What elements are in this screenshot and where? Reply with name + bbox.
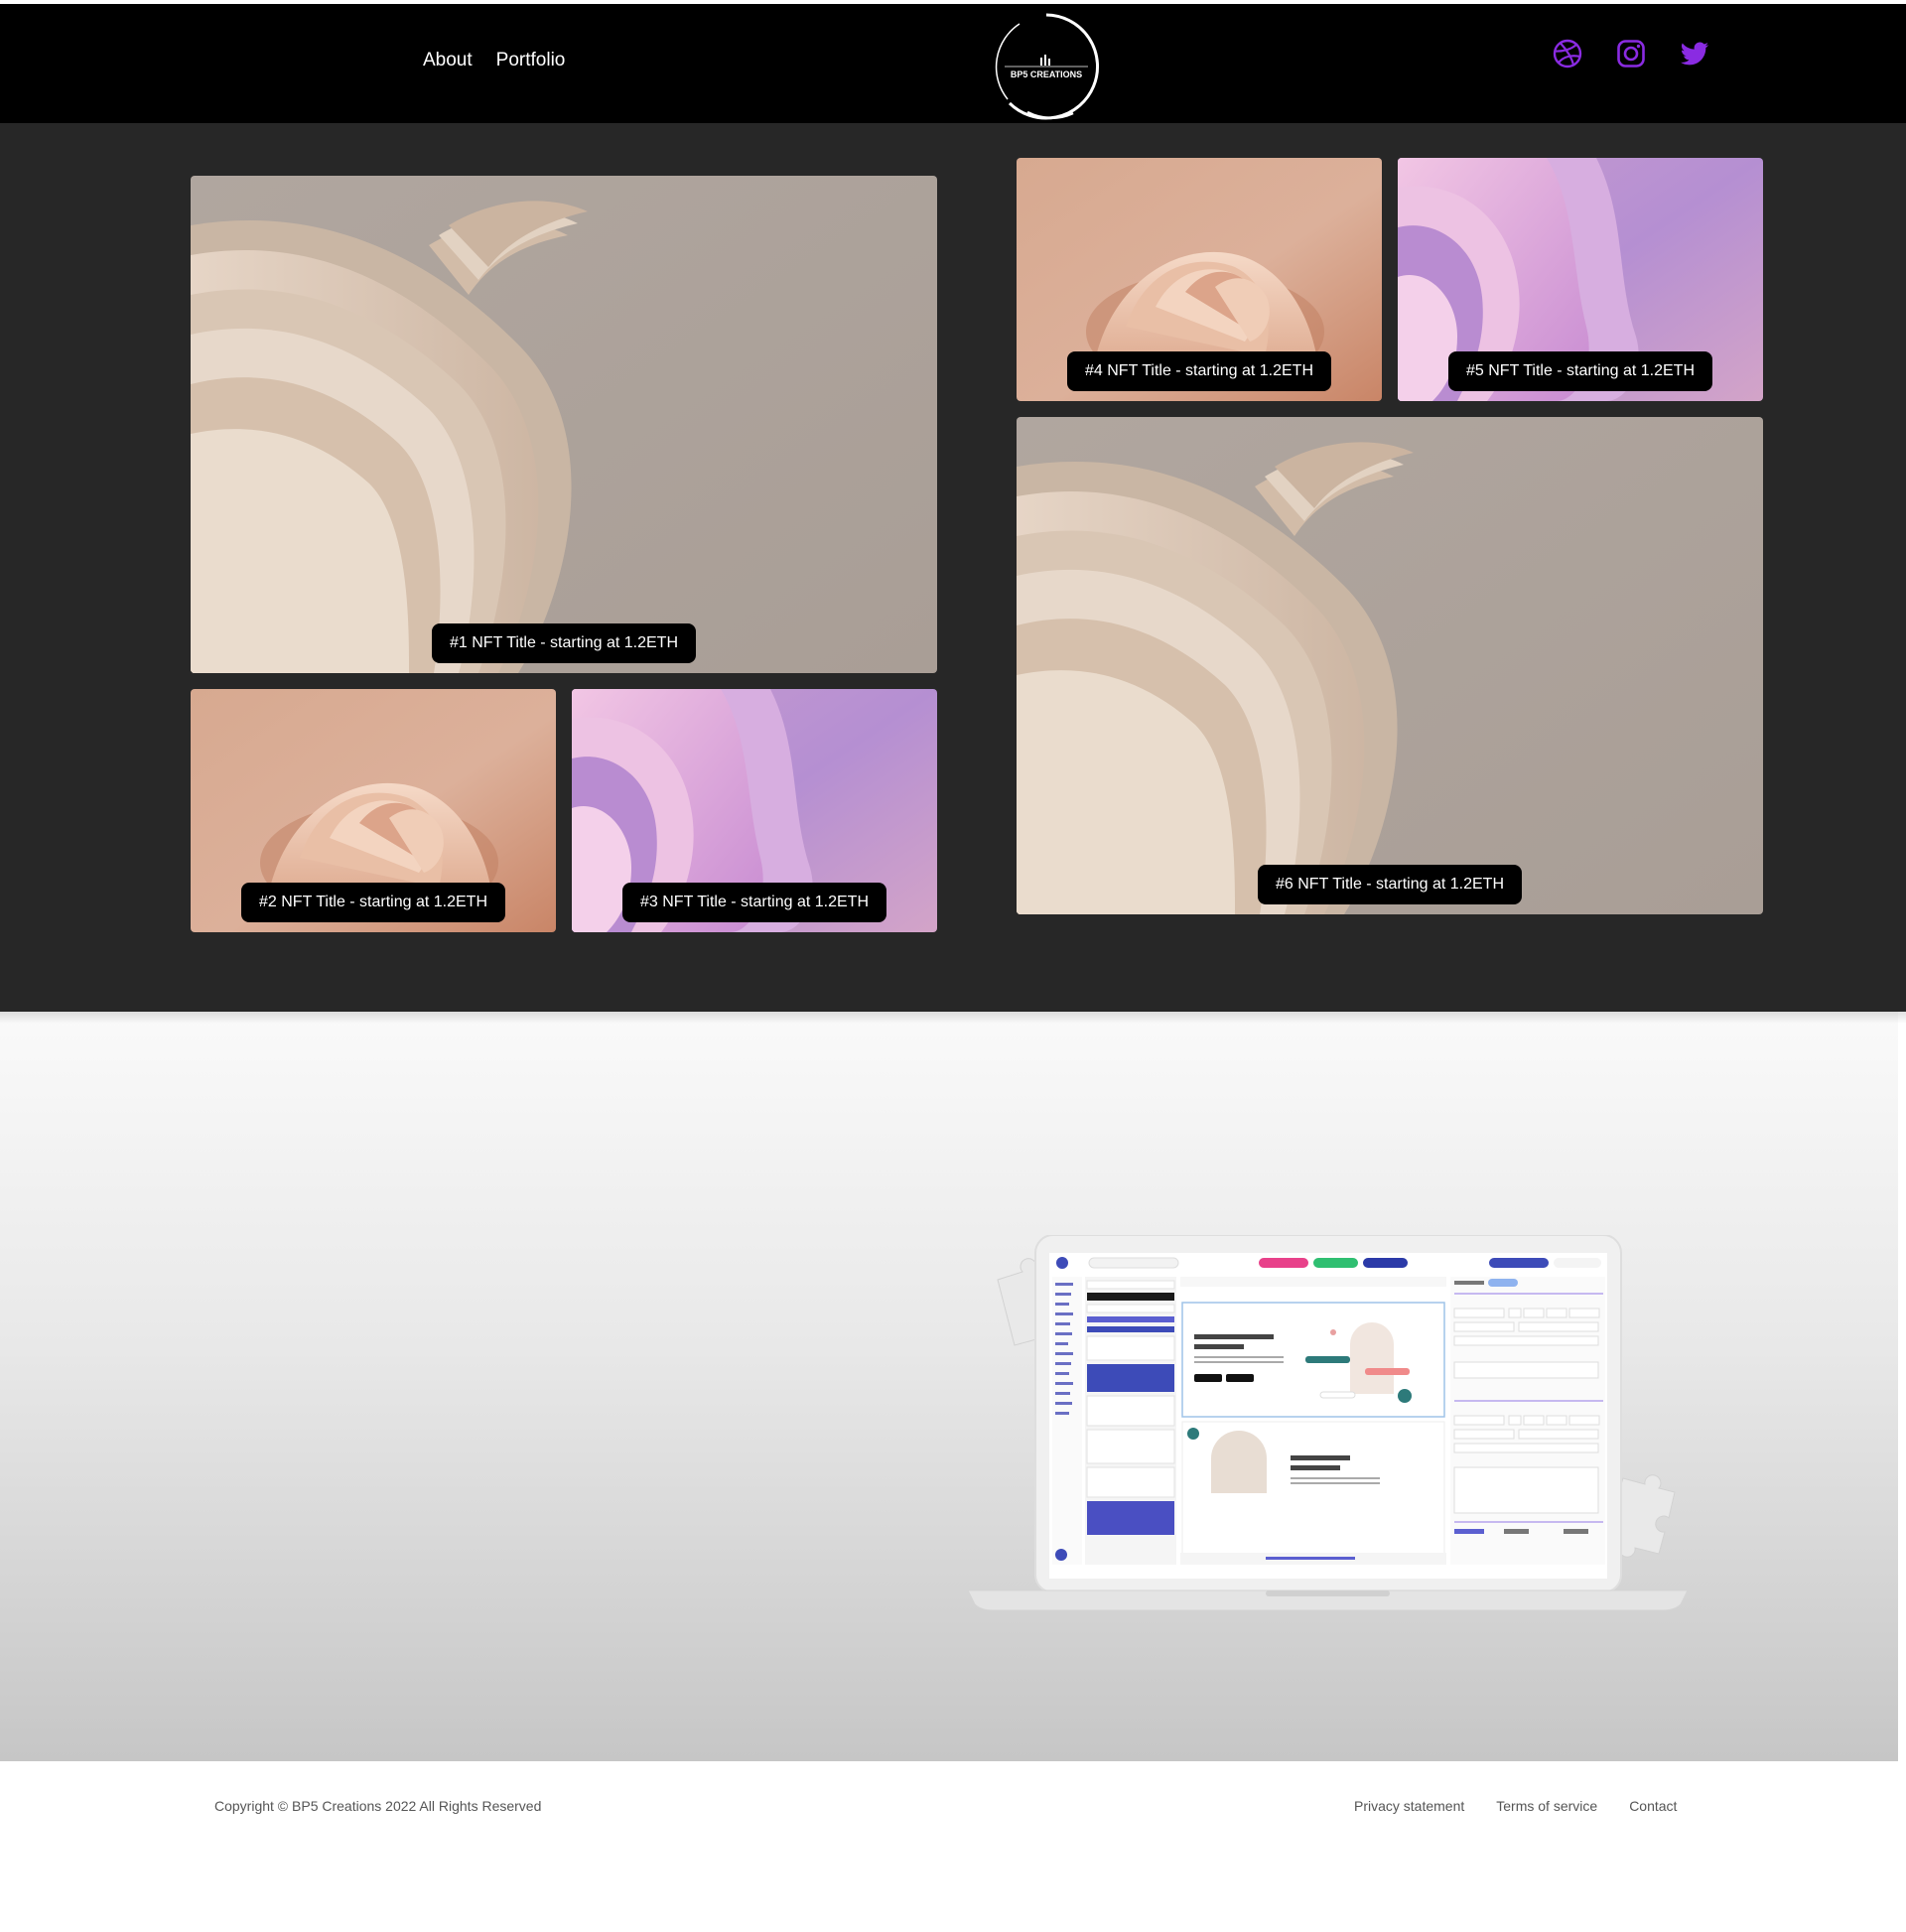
nft-artwork-beige-folds	[191, 176, 937, 673]
instagram-link[interactable]	[1612, 35, 1650, 72]
nft-card-label: #6 NFT Title - starting at 1.2ETH	[1257, 865, 1523, 904]
contact-link[interactable]: Contact	[1629, 1798, 1677, 1814]
instagram-icon	[1617, 40, 1645, 68]
twitter-link[interactable]	[1676, 35, 1713, 72]
privacy-statement-link[interactable]: Privacy statement	[1354, 1798, 1464, 1814]
laptop-mockup-image	[967, 1234, 1689, 1612]
nft-gallery: #1 NFT Title - starting at 1.2ETH #2 NFT…	[0, 123, 1906, 1012]
copyright-text: Copyright © BP5 Creations 2022 All Right…	[214, 1798, 542, 1814]
nft-card-label: #2 NFT Title - starting at 1.2ETH	[240, 883, 506, 922]
nft-card-label: #1 NFT Title - starting at 1.2ETH	[431, 623, 697, 663]
nav-about-link[interactable]: About	[423, 50, 473, 71]
nft-card-2[interactable]: #2 NFT Title - starting at 1.2ETH	[191, 689, 556, 932]
nft-card-3[interactable]: #3 NFT Title - starting at 1.2ETH	[572, 689, 937, 932]
nft-card-4[interactable]: #4 NFT Title - starting at 1.2ETH	[1017, 158, 1382, 401]
section-divider-shadow	[0, 1012, 1906, 1024]
nft-artwork-beige-folds	[1017, 417, 1763, 914]
brand-logo-mark: BP5 CREATIONS	[995, 13, 1099, 120]
terms-of-service-link[interactable]: Terms of service	[1496, 1798, 1597, 1814]
twitter-icon	[1680, 42, 1709, 66]
brand-logo-text: BP5 CREATIONS	[1011, 69, 1082, 79]
nft-card-label: #4 NFT Title - starting at 1.2ETH	[1066, 351, 1332, 391]
dribbble-icon	[1553, 39, 1582, 69]
dribbble-link[interactable]	[1549, 35, 1586, 72]
nft-card-label: #5 NFT Title - starting at 1.2ETH	[1447, 351, 1713, 391]
footer-links: Privacy statement Terms of service Conta…	[1354, 1798, 1677, 1814]
site-footer: Copyright © BP5 Creations 2022 All Right…	[0, 1761, 1906, 1932]
main-nav: About Portfolio	[423, 50, 565, 71]
nav-portfolio-link[interactable]: Portfolio	[496, 50, 566, 71]
nft-card-label: #3 NFT Title - starting at 1.2ETH	[621, 883, 887, 922]
nft-card-5[interactable]: #5 NFT Title - starting at 1.2ETH	[1398, 158, 1763, 401]
nft-card-1[interactable]: #1 NFT Title - starting at 1.2ETH	[191, 176, 937, 673]
site-header: About Portfolio BP5 CREATIONS	[0, 4, 1906, 123]
nft-card-6[interactable]: #6 NFT Title - starting at 1.2ETH	[1017, 417, 1763, 914]
brand-logo[interactable]: BP5 CREATIONS	[990, 10, 1103, 123]
